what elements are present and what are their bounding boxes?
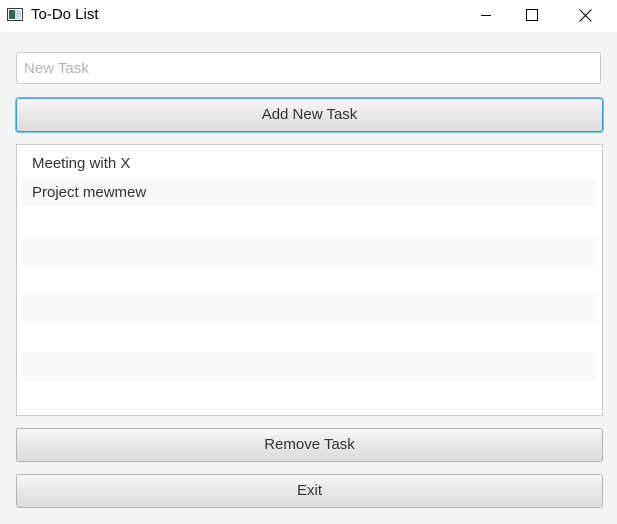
empty-list-row [23, 323, 596, 352]
empty-list-row [23, 265, 596, 294]
window-content: Add New Task Meeting with X Project mewm… [0, 32, 617, 524]
list-item-label: Project mewmew [32, 184, 147, 201]
maximize-icon [526, 9, 538, 21]
empty-list-row [23, 207, 596, 236]
list-item-label: Meeting with X [32, 155, 131, 172]
title-bar[interactable]: To-Do List [0, 0, 617, 32]
task-list[interactable]: Meeting with X Project mewmew [16, 144, 603, 416]
remove-task-button[interactable]: Remove Task [16, 428, 603, 462]
close-button[interactable] [562, 0, 608, 30]
app-window: To-Do List Add New Task Meeting with X P… [0, 0, 617, 524]
list-item[interactable]: Project mewmew [23, 178, 596, 207]
exit-button[interactable]: Exit [16, 474, 603, 508]
empty-list-row [23, 236, 596, 265]
empty-list-row [23, 381, 596, 410]
new-task-input[interactable] [16, 52, 601, 84]
minimize-button[interactable] [463, 0, 509, 30]
empty-list-row [23, 294, 596, 323]
window-title: To-Do List [31, 6, 99, 23]
close-icon [578, 8, 592, 22]
maximize-button[interactable] [509, 0, 555, 30]
add-new-task-button[interactable]: Add New Task [16, 98, 603, 132]
empty-list-row [23, 352, 596, 381]
minimize-icon [481, 15, 491, 16]
list-item[interactable]: Meeting with X [23, 149, 596, 178]
app-icon [7, 8, 23, 21]
